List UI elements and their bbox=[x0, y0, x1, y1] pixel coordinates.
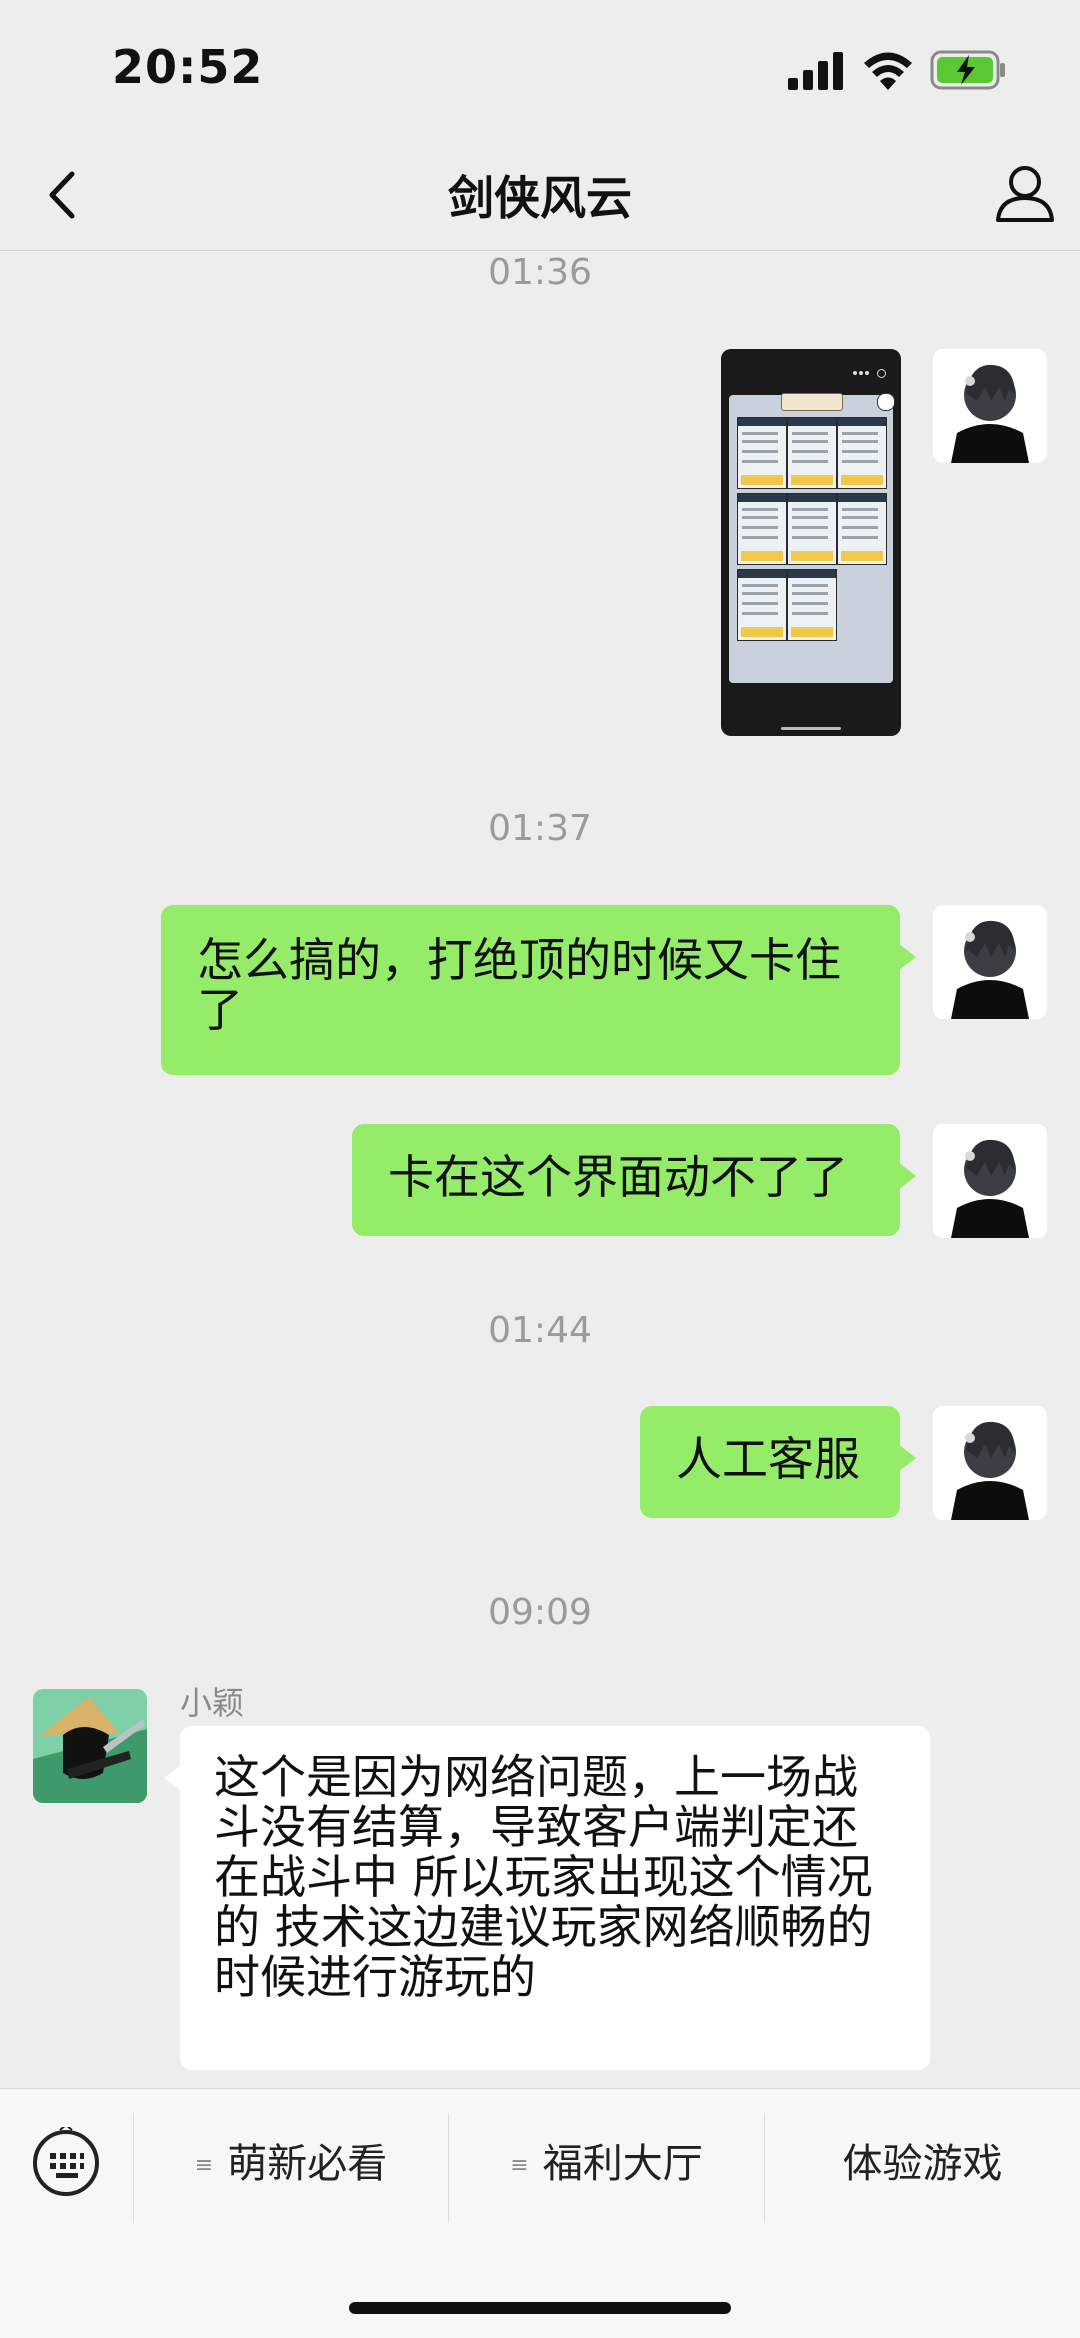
avatar[interactable] bbox=[933, 905, 1047, 1019]
message-line: 了 bbox=[197, 983, 243, 1037]
message-line: 斗没有结算，导致客户端判定还 bbox=[214, 1800, 858, 1854]
avatar[interactable] bbox=[933, 1406, 1047, 1520]
message-timestamp: 09:09 bbox=[488, 1592, 592, 1633]
avatar[interactable] bbox=[933, 349, 1047, 463]
screenshot-card bbox=[737, 417, 787, 489]
screenshot-card bbox=[837, 417, 887, 489]
avatar-icon bbox=[933, 905, 1047, 1019]
cellular-signal-icon bbox=[788, 52, 843, 90]
avatar-icon bbox=[933, 349, 1047, 463]
incoming-message-bubble[interactable]: 这个是因为网络问题，上一场战 斗没有结算，导致客户端判定还 在战斗中 所以玩家出… bbox=[164, 1726, 930, 2070]
message-text: 卡在这个界面动不了了 bbox=[388, 1150, 848, 1204]
screenshot-card bbox=[787, 493, 837, 565]
screenshot-home-indicator bbox=[781, 727, 841, 730]
keyboard-toggle-icon[interactable] bbox=[30, 2127, 102, 2199]
screenshot-card bbox=[737, 493, 787, 565]
menu-item-welfare-hall[interactable]: ≡ 福利大厅 bbox=[449, 2129, 764, 2199]
wifi-icon bbox=[864, 52, 912, 90]
message-timestamp: 01:37 bbox=[488, 808, 592, 849]
battery-charging-icon bbox=[930, 50, 1005, 90]
screenshot-card bbox=[837, 493, 887, 565]
nav-bar: 剑侠风云 bbox=[0, 140, 1080, 251]
submenu-indicator-icon: ≡ bbox=[194, 2153, 214, 2178]
menu-item-label: 福利大厅 bbox=[542, 2141, 703, 2187]
menu-item-newbie-guide[interactable]: ≡ 萌新必看 bbox=[134, 2129, 448, 2199]
game-character-avatar-icon bbox=[33, 1689, 147, 1803]
profile-icon[interactable] bbox=[990, 158, 1060, 228]
message-line: 这个是因为网络问题，上一场战 bbox=[214, 1750, 858, 1804]
status-dots bbox=[853, 369, 893, 378]
menu-item-try-game[interactable]: 体验游戏 bbox=[765, 2129, 1080, 2199]
screenshot-card bbox=[737, 569, 787, 641]
screenshot-card bbox=[787, 417, 837, 489]
avatar[interactable] bbox=[933, 1124, 1047, 1238]
menu-item-label: 萌新必看 bbox=[227, 2141, 388, 2187]
close-icon bbox=[877, 393, 895, 411]
home-indicator[interactable] bbox=[349, 2302, 731, 2314]
message-text: 人工客服 bbox=[676, 1432, 860, 1486]
message-line: 的 技术这边建议玩家网络顺畅的 bbox=[214, 1900, 873, 1954]
screenshot-header bbox=[781, 393, 843, 411]
menu-item-label: 体验游戏 bbox=[842, 2141, 1003, 2187]
message-timestamp: 01:44 bbox=[488, 1310, 592, 1351]
screenshot-card bbox=[787, 569, 837, 641]
screenshot-panel bbox=[729, 393, 895, 683]
official-account-menu-bar: ≡ 萌新必看 ≡ 福利大厅 体验游戏 bbox=[0, 2088, 1080, 2338]
chat-title: 剑侠风云 bbox=[448, 171, 632, 225]
avatar-icon bbox=[933, 1124, 1047, 1238]
sender-avatar[interactable] bbox=[33, 1689, 147, 1803]
message-timestamp: 01:36 bbox=[488, 252, 592, 293]
image-message[interactable] bbox=[721, 349, 901, 736]
outgoing-message-bubble[interactable]: 卡在这个界面动不了了 bbox=[352, 1124, 916, 1236]
status-time: 20:52 bbox=[112, 40, 264, 94]
message-line: 时候进行游玩的 bbox=[214, 1950, 536, 2004]
message-line: 怎么搞的，打绝顶的时候又卡住 bbox=[197, 933, 841, 987]
sender-name: 小颖 bbox=[180, 1684, 245, 1722]
outgoing-message-bubble[interactable]: 人工客服 bbox=[640, 1406, 916, 1518]
status-bar: 20:52 bbox=[0, 0, 1080, 140]
message-line: 在战斗中 所以玩家出现这个情况 bbox=[214, 1850, 873, 1904]
submenu-indicator-icon: ≡ bbox=[510, 2153, 529, 2178]
outgoing-message-bubble[interactable]: 怎么搞的，打绝顶的时候又卡住 了 bbox=[161, 905, 916, 1075]
avatar-icon bbox=[933, 1406, 1047, 1520]
